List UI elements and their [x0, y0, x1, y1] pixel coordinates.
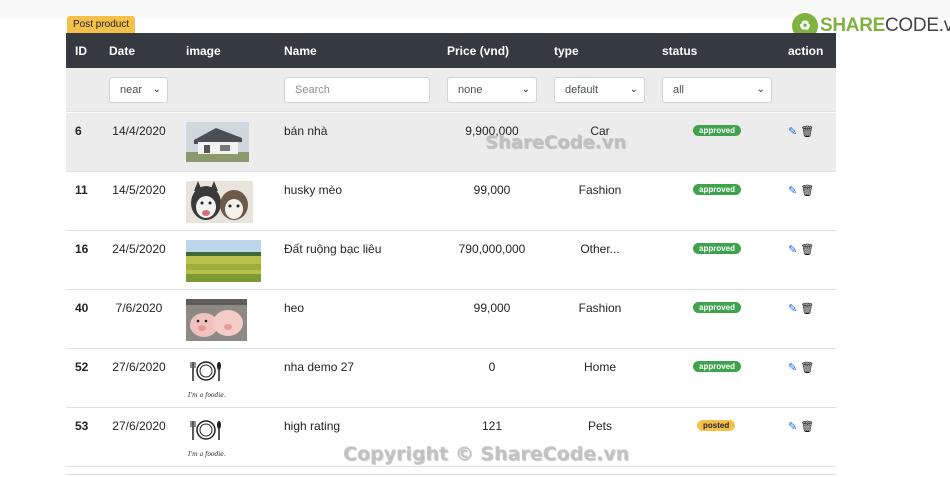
row-name[interactable]: Đất ruộng bạc liêu [284, 242, 381, 256]
row-price: 0 [488, 360, 496, 374]
trash-icon[interactable]: 🗑 [800, 126, 814, 138]
edit-icon[interactable]: ✎ [788, 244, 797, 256]
row-image: I'm a foodie. [186, 357, 230, 399]
search-input[interactable]: Search [284, 77, 430, 103]
status-badge: approved [693, 243, 742, 254]
row-price: 790,000,000 [458, 242, 526, 256]
chevron-down-icon: ⌄ [629, 84, 638, 95]
status-badge: posted [697, 420, 736, 431]
watermark-top: ShareCode.vn [485, 132, 627, 153]
row-price: 121 [481, 419, 503, 433]
status-badge: approved [693, 184, 742, 195]
edit-icon[interactable]: ✎ [788, 185, 797, 197]
chevron-down-icon: ⌄ [152, 84, 161, 95]
post-product-tab[interactable]: Post product [67, 16, 136, 33]
foodie-caption: I'm a foodie. [188, 451, 226, 458]
edit-icon[interactable]: ✎ [788, 126, 797, 138]
price-filter-select[interactable]: none ⌄ [447, 77, 537, 103]
table-row: 52 27/6/2020 I'm a foodie. nha demo 27 0 Home… [66, 349, 836, 408]
row-actions: ✎ 🗑 [788, 420, 814, 433]
table-row: 6 14/4/2020 bán nhà 9,900,000 Car approved ✎ 🗑 [66, 113, 836, 172]
col-name[interactable]: Name [284, 44, 317, 58]
row-image [186, 240, 261, 285]
table-row: 16 24/5/2020 Đất ruộng bạc liêu 790,000,000… [66, 231, 836, 290]
row-type: Fashion [578, 301, 622, 315]
edit-icon[interactable]: ✎ [788, 362, 797, 374]
row-actions: ✎ 🗑 [788, 302, 814, 315]
row-name[interactable]: high rating [284, 419, 340, 433]
row-image [186, 299, 247, 344]
row-name[interactable]: heo [284, 301, 304, 315]
trash-icon[interactable]: 🗑 [800, 185, 814, 197]
col-action: action [788, 44, 824, 58]
trash-icon[interactable]: 🗑 [800, 362, 814, 374]
table-row: 40 7/6/2020 heo 99,000 Fashion approved ✎ 🗑 [66, 290, 836, 349]
watermark-bottom: Copyright © ShareCode.vn [343, 443, 630, 465]
row-image [186, 181, 253, 226]
table-row: 11 14/5/2020 husky mèo 99,000 Fashion approve… [66, 172, 836, 231]
col-image: image [186, 44, 221, 58]
table-bottom-border [66, 474, 836, 475]
row-name[interactable]: husky mèo [284, 183, 342, 197]
row-type: Other... [580, 242, 620, 256]
row-actions: ✎ 🗑 [788, 184, 814, 197]
row-actions: ✎ 🗑 [788, 243, 814, 256]
row-actions: ✎ 🗑 [788, 125, 814, 138]
status-badge: approved [693, 125, 742, 136]
date-filter-select[interactable]: near ⌄ [109, 77, 168, 103]
status-badge: approved [693, 302, 742, 313]
row-name[interactable]: nha demo 27 [284, 360, 354, 374]
col-price[interactable]: Price (vnd) [447, 44, 509, 58]
col-status[interactable]: status [662, 44, 697, 58]
chevron-down-icon: ⌄ [521, 84, 530, 95]
col-type[interactable]: type [554, 44, 579, 58]
trash-icon[interactable]: 🗑 [800, 303, 814, 315]
status-filter-select[interactable]: all ⌄ [662, 77, 772, 103]
status-badge: approved [693, 361, 742, 372]
row-type: Pets [587, 419, 612, 433]
row-type: Home [583, 360, 616, 374]
type-filter-select[interactable]: default ⌄ [554, 77, 645, 103]
foodie-caption: I'm a foodie. [188, 392, 226, 399]
logo-text-code: CODE.vn [885, 15, 950, 36]
trash-icon[interactable]: 🗑 [800, 421, 814, 433]
row-image: I'm a foodie. [186, 416, 230, 458]
edit-icon[interactable]: ✎ [788, 421, 797, 433]
row-name[interactable]: bán nhà [284, 124, 327, 138]
row-price: 99,000 [473, 183, 511, 197]
row-type: Fashion [578, 183, 622, 197]
col-date[interactable]: Date [109, 44, 135, 58]
edit-icon[interactable]: ✎ [788, 303, 797, 315]
col-id[interactable]: ID [75, 44, 87, 58]
trash-icon[interactable]: 🗑 [800, 244, 814, 256]
row-price: 99,000 [473, 301, 511, 315]
row-actions: ✎ 🗑 [788, 361, 814, 374]
table-header: ID Date image Name Price (vnd) type stat… [66, 33, 836, 68]
row-image [186, 122, 249, 165]
chevron-down-icon: ⌄ [756, 84, 765, 95]
